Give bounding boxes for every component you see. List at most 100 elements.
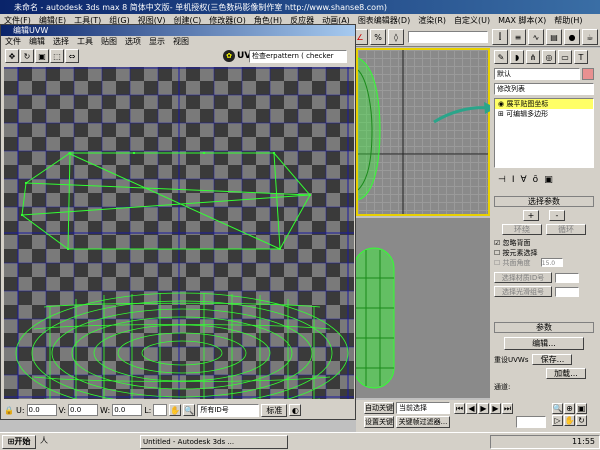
pan-icon[interactable]: ✋: [564, 415, 575, 426]
uvw-menu-view[interactable]: 视图: [169, 36, 193, 48]
show-map-icon[interactable]: ✿: [223, 50, 235, 62]
schematic-icon[interactable]: ▤: [546, 29, 562, 45]
ignore-backfaces-row[interactable]: ☑ 忽略背面: [494, 238, 594, 248]
mat-id-input[interactable]: [555, 272, 579, 283]
menu-customize[interactable]: 自定义(U): [450, 15, 494, 26]
edit-button[interactable]: 编辑...: [504, 337, 584, 350]
zoom-all-icon[interactable]: ⊕: [564, 403, 575, 414]
render-icon[interactable]: ☕: [582, 29, 598, 45]
task-max-button[interactable]: Untitled - Autodesk 3ds ...: [140, 434, 288, 449]
uvw-menu-select[interactable]: 选择: [49, 36, 73, 48]
u-value-input[interactable]: 0.0: [26, 404, 57, 416]
rotate-icon[interactable]: ↻: [20, 49, 34, 63]
v-value: 0.0: [70, 406, 82, 414]
l-value-input[interactable]: [153, 404, 168, 416]
set-key-label: 设置关键: [365, 418, 393, 426]
bulb-icon[interactable]: ◉: [498, 100, 504, 108]
uvw-menu-options[interactable]: 选项: [121, 36, 145, 48]
uvw-menu-display[interactable]: 显示: [145, 36, 169, 48]
configure-sets-icon[interactable]: ▣: [544, 175, 553, 185]
mirror-uv-icon[interactable]: ⇔: [65, 49, 79, 63]
move-icon[interactable]: ✥: [5, 49, 19, 63]
next-frame-icon[interactable]: ▶: [490, 403, 501, 414]
uvw-menu-edit[interactable]: 编辑: [25, 36, 49, 48]
planar-angle-row[interactable]: ☐ 共面角度 15.0: [494, 258, 594, 268]
auto-key-button[interactable]: 自动关键: [364, 402, 394, 414]
fov-icon[interactable]: ▷: [552, 415, 563, 426]
ring-button[interactable]: 环绕: [502, 224, 542, 235]
scale-icon[interactable]: ▣: [35, 49, 49, 63]
grow-selection-button[interactable]: +: [523, 210, 539, 221]
key-filters-button[interactable]: 关键帧过滤器...: [396, 416, 450, 428]
angle-snap-icon[interactable]: %: [370, 29, 386, 45]
hierarchy-tab-icon[interactable]: ⋔: [526, 50, 540, 64]
ids-dropdown[interactable]: 所有ID号: [197, 403, 260, 417]
hand-icon[interactable]: ✋: [169, 404, 182, 416]
select-smooth-group-button[interactable]: 选择光滑组号: [494, 286, 552, 297]
set-key-button[interactable]: 设置关键: [364, 416, 394, 428]
orbit-icon[interactable]: ↻: [576, 415, 587, 426]
menu-graph-editors[interactable]: 图表编辑器(D): [354, 15, 414, 26]
go-end-icon[interactable]: ⏭: [502, 403, 513, 414]
selection-set-dropdown[interactable]: 当前选择: [396, 402, 450, 414]
align-icon[interactable]: ≡: [510, 29, 526, 45]
display-tab-icon[interactable]: ▭: [558, 50, 572, 64]
parameters-header[interactable]: 参数: [494, 322, 594, 333]
save-button[interactable]: 保存...: [532, 354, 573, 365]
texture-dropdown[interactable]: 检查erpattern ( checker: [249, 50, 347, 63]
play-icon[interactable]: ▶: [478, 403, 489, 414]
select-by-element-row[interactable]: ☐ 按元素选择: [494, 248, 594, 258]
curve-editor-icon[interactable]: ∿: [528, 29, 544, 45]
motion-tab-icon[interactable]: ◎: [542, 50, 556, 64]
show-end-result-icon[interactable]: Ⅰ: [512, 175, 515, 185]
edit-uvw-title-bar[interactable]: 编辑UVW: [1, 25, 355, 36]
uvw-menu-tools[interactable]: 工具: [73, 36, 97, 48]
w-value-input[interactable]: 0.0: [112, 404, 143, 416]
loop-button[interactable]: 循环: [546, 224, 586, 235]
stack-item-unwrap[interactable]: ◉ 展平贴图坐标: [495, 99, 593, 109]
pin-stack-icon[interactable]: ⊣: [498, 175, 506, 185]
quicklaunch-icon[interactable]: 人: [40, 435, 54, 449]
select-mat-id-button[interactable]: 选择材质ID号: [494, 272, 552, 283]
stack-item-editable-poly[interactable]: ⊞ 可编辑多边形: [495, 109, 593, 119]
frame-input[interactable]: [516, 416, 546, 428]
remove-modifier-icon[interactable]: ȏ: [533, 175, 539, 185]
zoom-icon[interactable]: 🔍: [183, 404, 196, 416]
menu-help[interactable]: 帮助(H): [550, 15, 586, 26]
moon-icon[interactable]: ◐: [289, 404, 302, 416]
make-unique-icon[interactable]: ∀: [521, 175, 527, 185]
viewport-top[interactable]: [356, 48, 490, 216]
material-editor-icon[interactable]: ●: [564, 29, 580, 45]
object-name-input[interactable]: 默认: [494, 68, 580, 80]
selection-params-header[interactable]: 选择参数: [494, 196, 594, 207]
freeform-icon[interactable]: ⬚: [50, 49, 64, 63]
start-button[interactable]: ⊞ 开始: [2, 434, 36, 449]
viewport-perspective[interactable]: [356, 218, 490, 398]
planar-angle-input[interactable]: 15.0: [540, 258, 563, 267]
smooth-group-input[interactable]: [555, 286, 579, 297]
mirror-icon[interactable]: ⫿: [492, 29, 508, 45]
prev-frame-icon[interactable]: ◀: [466, 403, 477, 414]
std-button[interactable]: 标准: [261, 403, 288, 417]
uv-editor-viewport[interactable]: [4, 67, 354, 399]
zoom-extents-icon[interactable]: ▣: [576, 403, 587, 414]
spinner-snap-icon[interactable]: ◊: [388, 29, 404, 45]
uvw-menu-mapping[interactable]: 贴图: [97, 36, 121, 48]
menu-maxscript[interactable]: MAX 脚本(X): [494, 15, 550, 26]
load-button[interactable]: 加载...: [546, 368, 586, 379]
object-color-swatch[interactable]: [582, 68, 594, 80]
utilities-tab-icon[interactable]: T: [574, 50, 588, 64]
named-selection-field[interactable]: [408, 31, 488, 43]
uvw-menu-file[interactable]: 文件: [1, 36, 25, 48]
go-start-icon[interactable]: ⏮: [454, 403, 465, 414]
modifier-list-dropdown[interactable]: 修改列表: [494, 83, 594, 95]
menu-rendering[interactable]: 渲染(R): [414, 15, 450, 26]
shrink-selection-button[interactable]: -: [549, 210, 565, 221]
l-label: L:: [144, 405, 152, 415]
plus-box-icon[interactable]: ⊞: [498, 110, 504, 118]
create-tab-icon[interactable]: ✎: [494, 50, 508, 64]
v-value-input[interactable]: 0.0: [68, 404, 99, 416]
modify-tab-icon[interactable]: ◗: [510, 50, 524, 64]
zoom-nav-icon[interactable]: 🔍: [552, 403, 563, 414]
lock-icon[interactable]: 🔒: [4, 406, 14, 415]
